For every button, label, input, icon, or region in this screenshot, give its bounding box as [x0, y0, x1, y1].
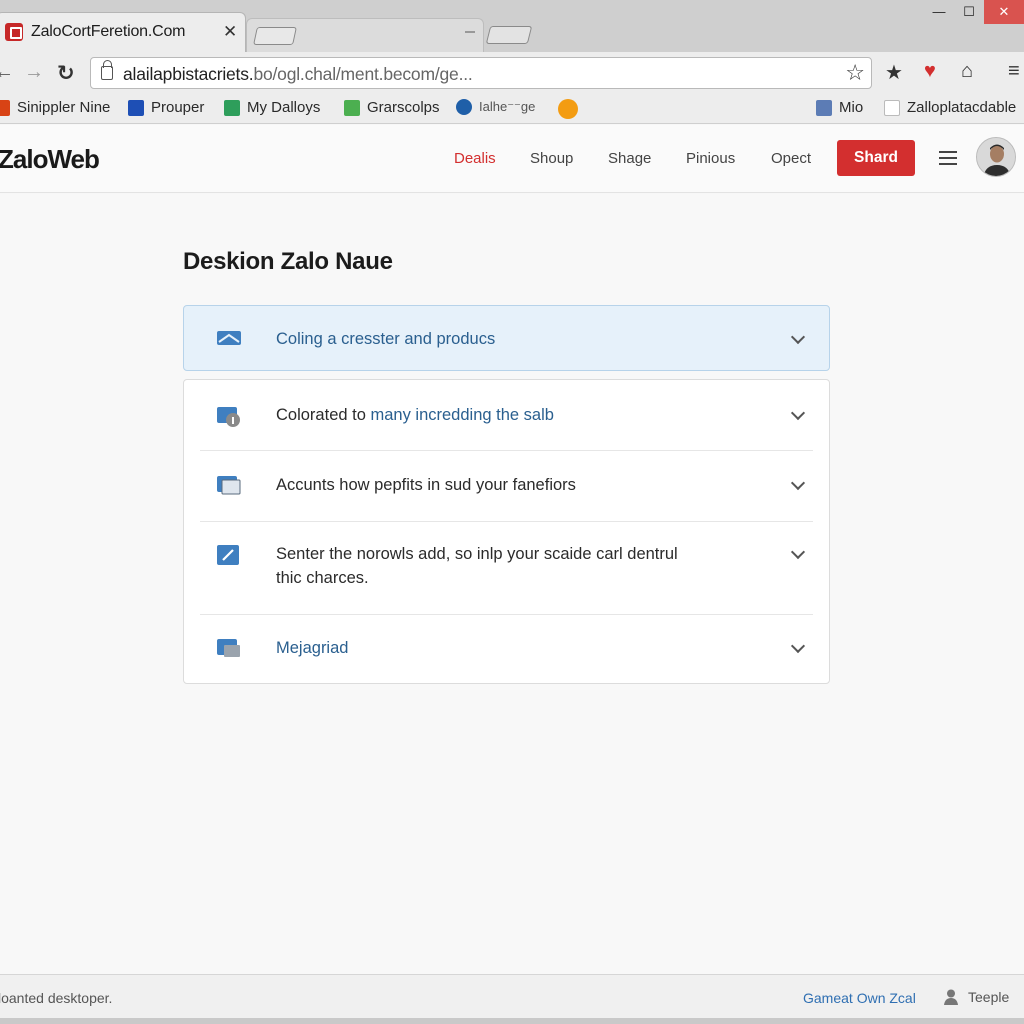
- minimize-button[interactable]: —: [924, 0, 954, 24]
- bookmark-label: Sinippler Nine: [17, 99, 111, 116]
- forward-arrow-icon[interactable]: →: [24, 61, 44, 84]
- bookmark-item[interactable]: Zalloplatacdable: [884, 99, 1016, 116]
- bookmark-favicon-icon: [344, 99, 360, 116]
- accordion-item[interactable]: Colorated to many incredding the salb: [184, 380, 829, 450]
- browser-toolbar: ← → ↻ alailapbistacriets.bo/ogl.chal/men…: [0, 52, 1024, 94]
- bookmark-favicon-icon: [456, 99, 472, 115]
- url-text[interactable]: alailapbistacriets.bo/ogl.chal/ment.beco…: [123, 64, 473, 85]
- menu-icon[interactable]: ≡: [1008, 60, 1020, 83]
- chevron-down-icon[interactable]: [790, 638, 806, 654]
- url-path: bo/ogl.chal/ment.becom/ge...: [253, 64, 473, 84]
- back-arrow-icon[interactable]: ←: [0, 61, 14, 84]
- bookmark-item[interactable]: Ialhe⁻⁻ge: [456, 99, 535, 115]
- bookmark-label: Grarscolps: [367, 99, 440, 116]
- bookmark-star-icon[interactable]: ☆: [845, 60, 865, 86]
- status-user[interactable]: Teeple: [942, 988, 1009, 1006]
- extension-icon[interactable]: [558, 99, 585, 119]
- accordion-item-label: Accunts how pepfits in sud your fanefior…: [276, 476, 576, 494]
- bookmarks-bar: Sinippler Nine Prouper My Dalloys Grarsc…: [0, 94, 1024, 124]
- bookmark-item[interactable]: Grarscolps: [344, 99, 440, 116]
- bookmark-favicon-icon: [224, 99, 240, 116]
- label-line-2: thic charces.: [276, 569, 369, 587]
- bookmark-item[interactable]: My Dalloys: [224, 99, 320, 116]
- tab-placeholder-icon: [253, 27, 297, 45]
- nav-link-shoup[interactable]: Shoup: [530, 150, 573, 167]
- accordion-list: Colorated to many incredding the salb Ac…: [183, 379, 830, 684]
- url-host: alailapbistacriets.: [123, 64, 254, 84]
- reload-icon[interactable]: ↻: [57, 61, 75, 86]
- person-icon: [977, 138, 1015, 176]
- nav-link-dealis[interactable]: Dealis: [454, 150, 496, 167]
- tab-close-icon[interactable]: ✕: [223, 22, 237, 42]
- tab-title: ZaloCortFeretion.Com: [31, 23, 186, 40]
- bookmark-favicon-icon: [128, 99, 144, 116]
- home-icon[interactable]: ⌂: [961, 60, 973, 83]
- maximize-button[interactable]: ☐: [954, 0, 984, 24]
- tab-bar: ZaloCortFeretion.Com ✕ — ☐ ✕: [0, 0, 1024, 52]
- close-window-button[interactable]: ✕: [984, 0, 1024, 24]
- accordion-item[interactable]: Accunts how pepfits in sud your fanefior…: [184, 451, 829, 521]
- bookmark-favicon-icon: [0, 99, 10, 116]
- window-icon: [216, 474, 242, 496]
- accordion-item[interactable]: Senter the norowls add, so inlp your sca…: [184, 522, 829, 614]
- nav-link-pinious[interactable]: Pinious: [686, 150, 735, 167]
- page-title: Deskion Zalo Naue: [183, 248, 393, 275]
- site-logo[interactable]: ZaloWeb: [0, 144, 100, 175]
- status-link[interactable]: Gameat Own Zcal: [803, 990, 916, 1006]
- nav-link-shage[interactable]: Shage: [608, 150, 651, 167]
- window-controls: — ☐ ✕: [924, 0, 1024, 26]
- status-bar: loanted desktoper. Gameat Own Zcal Teepl…: [0, 974, 1024, 1018]
- folder-info-icon: [216, 404, 242, 427]
- status-user-label: Teeple: [968, 989, 1010, 1005]
- chevron-down-icon[interactable]: [790, 405, 806, 421]
- hamburger-menu-icon[interactable]: [939, 151, 957, 165]
- accordion-item-label: Mejagriad: [276, 639, 349, 657]
- window-bottom-border: [0, 1018, 1024, 1024]
- bookmark-item[interactable]: Prouper: [128, 99, 204, 116]
- address-bar[interactable]: alailapbistacriets.bo/ogl.chal/ment.beco…: [90, 57, 872, 89]
- lock-icon: [101, 60, 113, 80]
- label-part: Colorated to: [276, 406, 371, 424]
- inbox-icon: [216, 327, 242, 349]
- label-part-highlight: many incredding the salb: [370, 406, 554, 424]
- new-tab-button[interactable]: [485, 26, 533, 44]
- status-text: loanted desktoper.: [0, 990, 113, 1006]
- bookmark-favicon-icon: [816, 99, 832, 116]
- bookmark-item[interactable]: Mio: [816, 99, 863, 116]
- user-avatar[interactable]: [976, 137, 1016, 177]
- bookmark-label: Mio: [839, 99, 864, 116]
- edit-icon: [216, 544, 242, 566]
- chevron-down-icon[interactable]: [790, 475, 806, 491]
- star-icon[interactable]: ★: [885, 60, 903, 85]
- calendar-icon: [884, 99, 900, 116]
- bookmark-label: Prouper: [151, 99, 205, 116]
- bookmark-item[interactable]: Sinippler Nine: [0, 99, 110, 116]
- active-tab[interactable]: ZaloCortFeretion.Com ✕: [0, 12, 246, 52]
- bookmark-label: Ialhe⁻⁻ge: [479, 99, 536, 114]
- chevron-down-icon[interactable]: [790, 329, 806, 345]
- bookmark-label: Zalloplatacdable: [907, 99, 1017, 116]
- accordion-item-label: Senter the norowls add, so inlp your sca…: [276, 542, 678, 590]
- accordion-item-label: Colorated to many incredding the salb: [276, 403, 554, 427]
- folder-icon: [216, 637, 242, 659]
- tab-dash: [465, 31, 475, 33]
- main-content: Deskion Zalo Naue Coling a cresster and …: [0, 194, 1024, 974]
- user-icon: [944, 989, 958, 1005]
- browser-window: ZaloCortFeretion.Com ✕ — ☐ ✕ ← → ↻ alail…: [0, 0, 1024, 1024]
- inactive-tab[interactable]: [246, 18, 484, 52]
- nav-link-opect[interactable]: Opect: [771, 150, 811, 167]
- accordion-item[interactable]: Mejagriad: [184, 615, 829, 685]
- accordion-item-label: Coling a cresster and producs: [276, 330, 496, 348]
- location-pin-icon[interactable]: ♥: [924, 60, 936, 83]
- share-button[interactable]: Shard: [837, 140, 915, 176]
- accordion-item-highlighted[interactable]: Coling a cresster and producs: [183, 305, 830, 371]
- site-favicon-icon: [5, 23, 23, 41]
- chevron-down-icon[interactable]: [790, 544, 806, 560]
- site-header: ZaloWeb Dealis Shoup Shage Pinious Opect…: [0, 125, 1024, 193]
- extension-badge-icon: [558, 99, 578, 119]
- label-line-1: Senter the norowls add, so inlp your sca…: [276, 545, 678, 563]
- bookmark-label: My Dalloys: [247, 99, 321, 116]
